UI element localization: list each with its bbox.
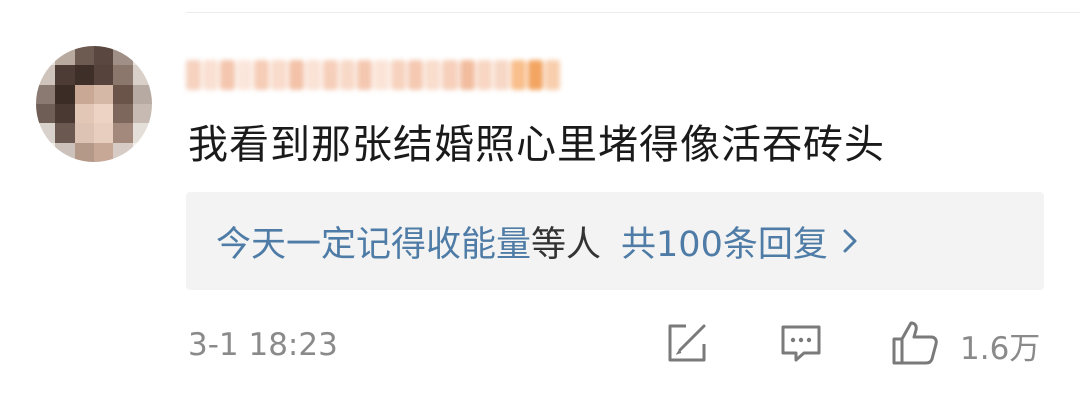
comment-text: 我看到那张结婚照心里堵得像活吞砖头 [188, 122, 885, 168]
thumbs-up-icon[interactable] [890, 319, 940, 371]
reply-users-link[interactable]: 今天一定记得收能量 [216, 216, 531, 267]
reply-preview-box[interactable]: 今天一定记得收能量 等人 共100条回复 [186, 192, 1044, 290]
chevron-right-icon[interactable] [842, 228, 858, 254]
share-edit-icon[interactable] [664, 320, 710, 370]
reply-etc-label: 等人 [531, 224, 602, 265]
top-divider [186, 12, 1080, 13]
comment-timestamp: 3-1 18:23 [188, 327, 338, 363]
comment-bubble-icon[interactable] [778, 320, 824, 370]
username-blurred[interactable] [186, 52, 561, 98]
like-count: 1.6万 [960, 330, 1041, 367]
like-button[interactable]: 1.6万 [890, 320, 1040, 370]
share-button[interactable] [664, 320, 710, 370]
comment-button[interactable] [778, 320, 824, 370]
reply-count-link[interactable]: 共100条回复 [621, 216, 828, 267]
avatar[interactable] [36, 46, 152, 162]
